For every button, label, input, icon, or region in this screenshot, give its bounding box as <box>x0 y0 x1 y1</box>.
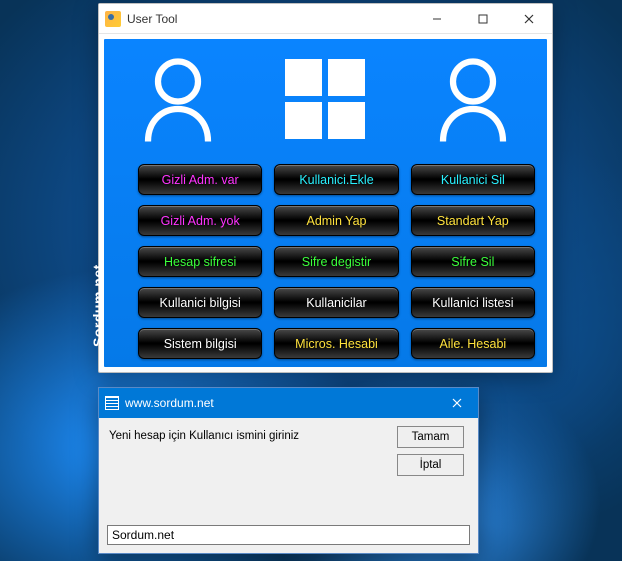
tool-button[interactable]: Kullanicilar <box>274 287 398 318</box>
tool-button[interactable]: Kullanici bilgisi <box>138 287 262 318</box>
button-grid: Gizli Adm. var Kullanici.Ekle Kullanici Si… <box>138 164 535 359</box>
tool-button[interactable]: Sifre degistir <box>274 246 398 277</box>
tool-button[interactable]: Gizli Adm. var <box>138 164 262 195</box>
tool-button[interactable]: Kullanici listesi <box>411 287 535 318</box>
windows-logo-icon <box>285 59 365 139</box>
tool-button[interactable]: Kullanici Sil <box>411 164 535 195</box>
close-button[interactable] <box>506 4 552 33</box>
dialog-titlebar[interactable]: www.sordum.net <box>99 388 478 418</box>
dialog-icon <box>105 396 119 410</box>
tool-button[interactable]: Sistem bilgisi <box>138 328 262 359</box>
titlebar[interactable]: User Tool <box>99 4 552 34</box>
dialog-title: www.sordum.net <box>125 396 214 410</box>
username-input[interactable] <box>107 525 470 545</box>
tool-body: Sordum.net Gizli Adm. varKullanici.EkleK… <box>104 39 547 367</box>
cancel-button[interactable]: İptal <box>397 454 464 476</box>
app-icon <box>105 11 121 27</box>
dialog-message: Yeni hesap için Kullanıcı ismini giriniz <box>109 430 299 442</box>
ok-button[interactable]: Tamam <box>397 426 464 448</box>
brand-label-vertical: Sordum.net <box>90 264 106 347</box>
input-dialog: www.sordum.net Yeni hesap için Kullanıcı… <box>98 387 479 554</box>
tool-button[interactable]: Kullanici.Ekle <box>274 164 398 195</box>
tool-button[interactable]: Gizli Adm. yok <box>138 205 262 236</box>
user-tool-window: User Tool So <box>98 3 553 373</box>
tool-button[interactable]: Sifre Sil <box>411 246 535 277</box>
tool-button[interactable]: Aile. Hesabi <box>411 328 535 359</box>
minimize-button[interactable] <box>414 4 460 33</box>
user-icon <box>138 54 218 144</box>
tool-button[interactable]: Standart Yap <box>411 205 535 236</box>
user-icon <box>433 54 513 144</box>
maximize-button[interactable] <box>460 4 506 33</box>
dialog-close-button[interactable] <box>436 388 478 418</box>
tool-button[interactable]: Admin Yap <box>274 205 398 236</box>
window-title: User Tool <box>127 12 177 26</box>
tool-button[interactable]: Hesap sifresi <box>138 246 262 277</box>
header-row <box>104 39 547 149</box>
tool-button[interactable]: Micros. Hesabi <box>274 328 398 359</box>
